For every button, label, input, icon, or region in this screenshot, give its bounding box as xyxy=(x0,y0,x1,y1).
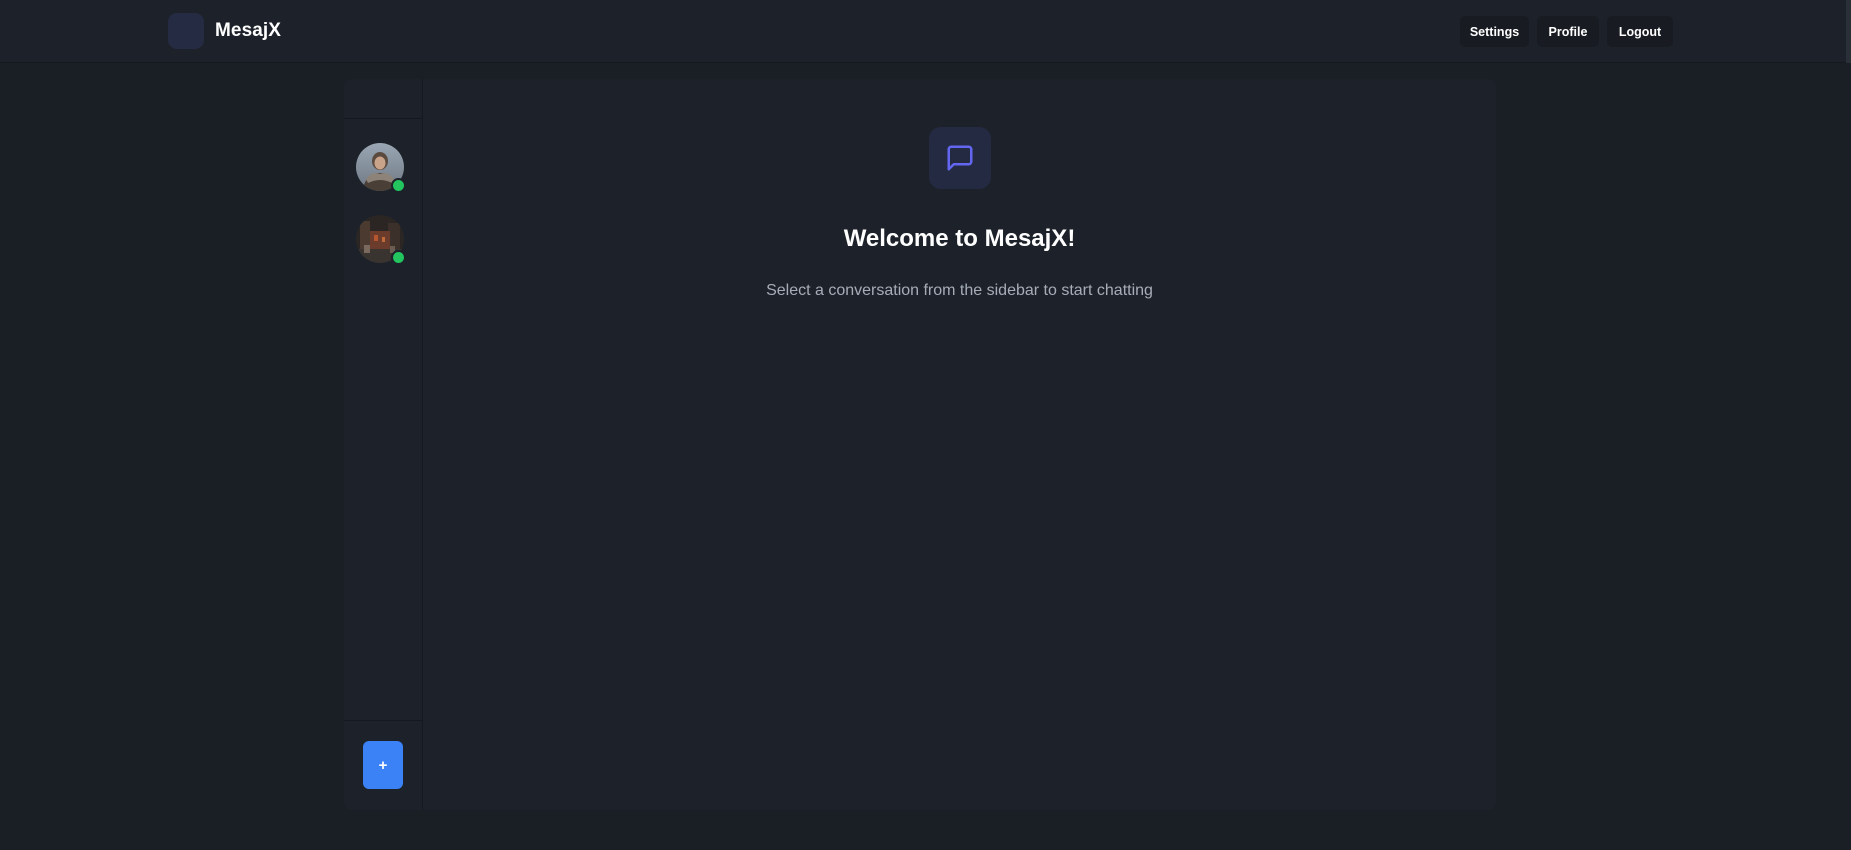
top-navbar: MesajX Settings Profile Logout xyxy=(0,0,1851,63)
app-name: MesajX xyxy=(215,20,282,41)
message-square-icon xyxy=(929,127,991,189)
online-status-indicator xyxy=(391,250,406,265)
app-logo xyxy=(168,13,204,49)
contact-item[interactable] xyxy=(356,215,406,265)
welcome-screen: Welcome to MesajX! Select a conversation… xyxy=(423,79,1496,810)
sidebar-footer: + xyxy=(344,720,422,810)
contact-item[interactable] xyxy=(356,143,406,193)
nav-menu: Settings Profile Logout xyxy=(1460,16,1673,47)
sidebar-header xyxy=(344,79,422,119)
profile-button[interactable]: Profile xyxy=(1537,16,1599,47)
new-conversation-button[interactable]: + xyxy=(363,741,403,789)
logout-button[interactable]: Logout xyxy=(1607,16,1673,47)
welcome-title: Welcome to MesajX! xyxy=(843,225,1076,252)
chat-panel: + Welcome to MesajX! Select a conversati… xyxy=(344,79,1496,810)
brand[interactable]: MesajX xyxy=(168,13,281,49)
welcome-subtitle: Select a conversation from the sidebar t… xyxy=(766,282,1153,299)
online-status-indicator xyxy=(391,178,406,193)
settings-button[interactable]: Settings xyxy=(1460,16,1529,47)
scrollbar-edge xyxy=(1846,0,1851,63)
conversation-sidebar: + xyxy=(344,79,423,810)
